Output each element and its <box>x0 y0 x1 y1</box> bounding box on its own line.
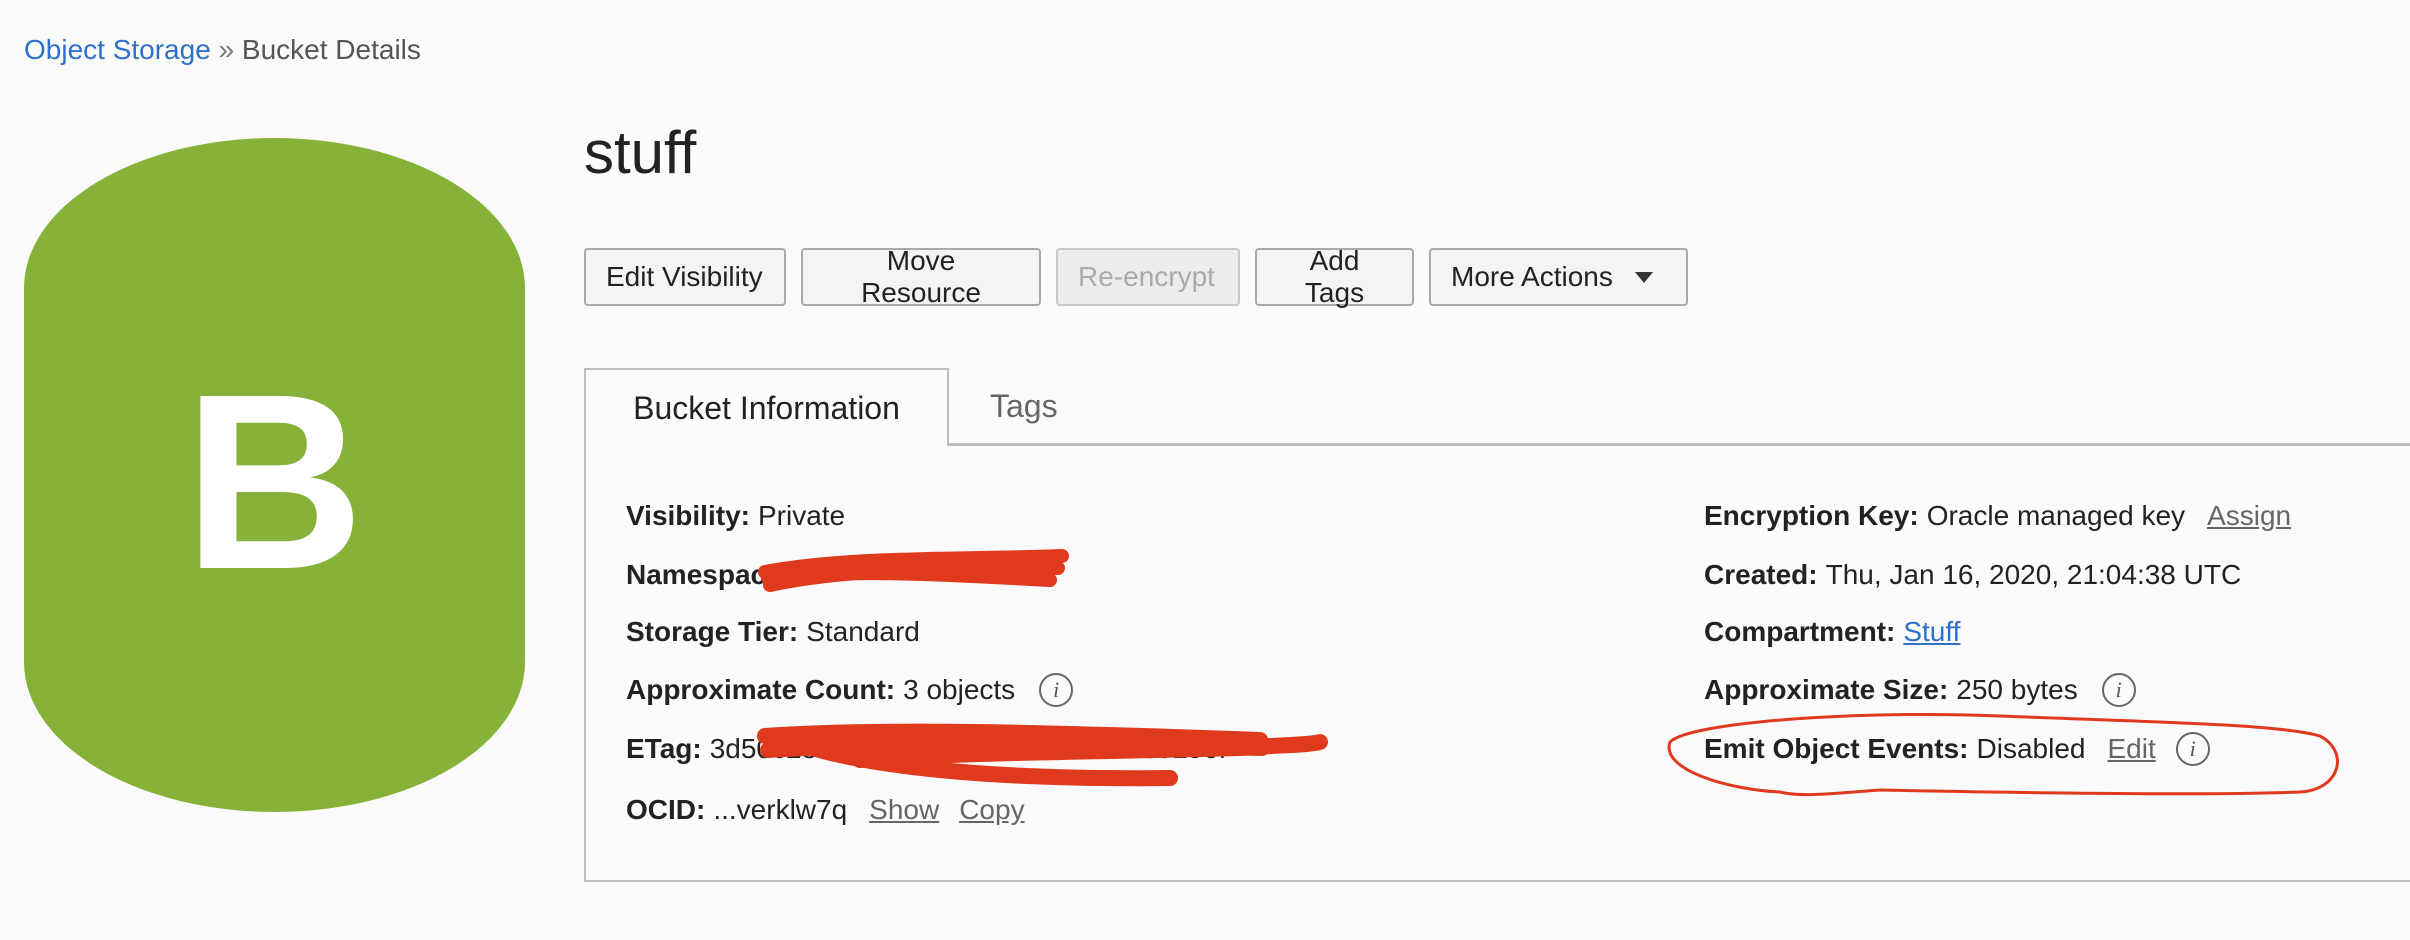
created-label: Created: <box>1704 559 1818 590</box>
visibility-row: Visibility: Private <box>626 496 845 536</box>
encryption-key-row: Encryption Key: Oracle managed key Assig… <box>1704 496 2291 536</box>
ocid-copy-link[interactable]: Copy <box>959 794 1024 826</box>
move-resource-label: Move Resource <box>861 245 981 308</box>
more-actions-button[interactable]: More Actions <box>1429 248 1688 306</box>
ocid-row: OCID: ...verklw7q Show Copy <box>626 790 1025 830</box>
approx-size-label: Approximate Size: <box>1704 674 1949 705</box>
created-value: Thu, Jan 16, 2020, 21:04:38 UTC <box>1825 559 2242 590</box>
compartment-link[interactable]: Stuff <box>1903 616 1960 648</box>
approx-size-value: 250 bytes <box>1956 674 2078 705</box>
emit-events-info-icon[interactable]: i <box>2175 732 2210 766</box>
ocid-label: OCID: <box>626 794 706 825</box>
add-tags-button[interactable]: Add Tags <box>1255 245 1414 308</box>
breadcrumb: Object Storage » Bucket Details <box>24 34 421 66</box>
reencrypt-button[interactable]: Re-encrypt <box>1056 248 1240 306</box>
tab-divider <box>947 443 2410 445</box>
created-row: Created: Thu, Jan 16, 2020, 21:04:38 UTC <box>1704 555 2241 595</box>
emit-events-edit-link[interactable]: Edit <box>2107 733 2155 765</box>
emit-events-row: Emit Object Events: Disabled Edit i <box>1704 729 2210 769</box>
tab-tags[interactable]: Tags <box>990 388 1058 425</box>
bucket-logo: B <box>24 138 525 812</box>
namespace-label: Namespace: <box>626 559 791 590</box>
action-toolbar: Edit Visibility Move Resource Re-encrypt… <box>584 245 1688 308</box>
bucket-logo-letter: B <box>184 342 365 621</box>
encryption-key-value: Oracle managed key <box>1926 500 2186 531</box>
more-actions-label: More Actions <box>1451 261 1613 292</box>
breadcrumb-separator: » <box>218 34 235 65</box>
storage-tier-value: Standard <box>806 616 920 647</box>
emit-events-label: Emit Object Events: <box>1704 733 1969 764</box>
edit-visibility-button[interactable]: Edit Visibility <box>584 248 786 306</box>
etag-value: 3d50c28d-25f0-4ad8-9c01-5bd925b0190f <box>709 733 1227 764</box>
storage-tier-label: Storage Tier: <box>626 616 799 647</box>
approx-count-row: Approximate Count: 3 objects i <box>626 670 1074 710</box>
visibility-label: Visibility: <box>626 500 750 531</box>
compartment-label: Compartment: <box>1704 616 1896 647</box>
caret-down-icon <box>1634 271 1653 283</box>
approx-size-row: Approximate Size: 250 bytes i <box>1704 670 2136 710</box>
ocid-value: ...verklw7q <box>713 794 848 825</box>
breadcrumb-current: Bucket Details <box>241 34 421 65</box>
add-tags-label: Add Tags <box>1304 245 1365 308</box>
visibility-value: Private <box>757 500 846 531</box>
reencrypt-label: Re-encrypt <box>1078 261 1215 292</box>
page-title: stuff <box>584 119 697 186</box>
encryption-assign-link[interactable]: Assign <box>2207 500 2291 532</box>
breadcrumb-object-storage-link[interactable]: Object Storage <box>24 34 211 65</box>
tab-bucket-information[interactable]: Bucket Information <box>584 368 949 446</box>
approx-count-info-icon[interactable]: i <box>1039 673 1074 707</box>
approx-count-value: 3 objects <box>903 674 1016 705</box>
storage-tier-row: Storage Tier: Standard <box>626 612 920 652</box>
etag-label: ETag: <box>626 733 702 764</box>
etag-row: ETag: 3d50c28d-25f0-4ad8-9c01-5bd925b019… <box>626 729 1227 769</box>
approx-size-info-icon[interactable]: i <box>2101 673 2136 707</box>
emit-events-value: Disabled <box>1976 733 2086 764</box>
move-resource-button[interactable]: Move Resource <box>801 245 1041 308</box>
approx-count-label: Approximate Count: <box>626 674 896 705</box>
encryption-key-label: Encryption Key: <box>1704 500 1919 531</box>
ocid-show-link[interactable]: Show <box>869 794 939 826</box>
namespace-row: Namespace: <box>626 555 799 595</box>
compartment-row: Compartment: Stuff <box>1704 612 1960 652</box>
edit-visibility-label: Edit Visibility <box>606 261 763 292</box>
